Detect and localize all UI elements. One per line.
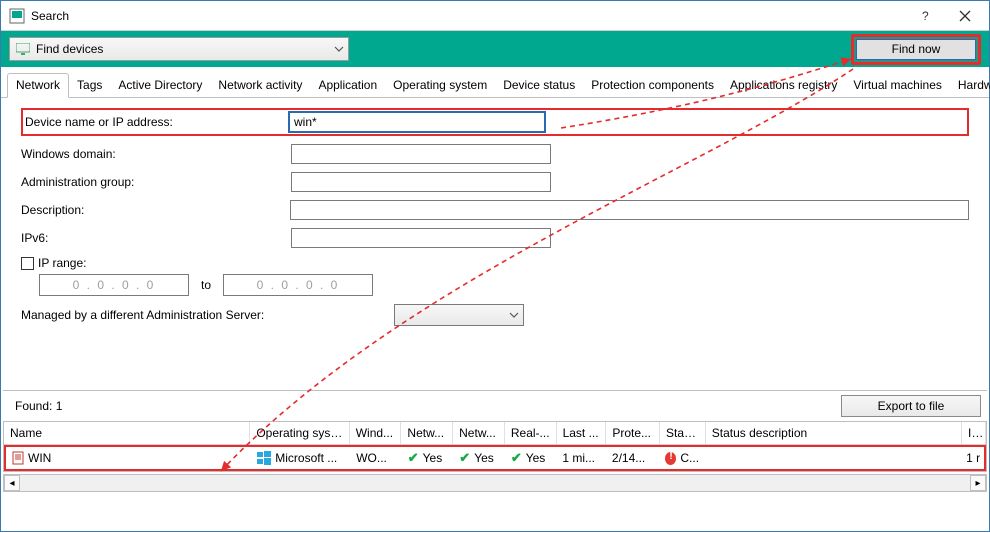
ip-range-label: IP range: xyxy=(38,256,86,270)
scroll-left[interactable]: ◂ xyxy=(4,475,20,491)
device-name-input[interactable] xyxy=(289,112,545,132)
tab-applications-registry[interactable]: Applications registry xyxy=(722,74,845,97)
check-icon: ✔ xyxy=(459,450,470,466)
tab-application[interactable]: Application xyxy=(310,74,385,97)
tab-operating-system[interactable]: Operating system xyxy=(385,74,495,97)
find-now-button[interactable]: Find now xyxy=(855,38,977,61)
cell-net2: Yes xyxy=(474,451,494,465)
horizontal-scrollbar[interactable]: ◂ ▸ xyxy=(3,474,987,492)
grid-header: Name Operating syst... Wind... Netw... N… xyxy=(4,422,986,445)
cell-real: Yes xyxy=(526,451,546,465)
cell-wind: WO... xyxy=(356,451,387,465)
found-count: Found: 1 xyxy=(15,399,62,413)
svg-text:?: ? xyxy=(922,10,929,22)
ip-to-input[interactable]: 0 . 0 . 0 . 0 xyxy=(223,274,373,296)
cell-inf: 1 r xyxy=(966,451,980,465)
col-netw1[interactable]: Netw... xyxy=(401,422,453,444)
device-name-label: Device name or IP address: xyxy=(23,115,289,129)
windows-icon xyxy=(257,451,271,465)
managed-select[interactable] xyxy=(394,304,524,326)
window-title: Search xyxy=(31,9,905,23)
toolbar: Find devices Find now xyxy=(1,31,989,67)
col-name[interactable]: Name xyxy=(4,422,250,444)
col-inf[interactable]: Inf xyxy=(962,422,986,444)
col-status[interactable]: Status xyxy=(660,422,706,444)
warning-icon xyxy=(665,452,676,465)
device-icon xyxy=(12,451,24,465)
help-icon: ? xyxy=(919,10,931,22)
close-button[interactable] xyxy=(945,2,985,30)
tab-hardware[interactable]: Hardware xyxy=(950,74,990,97)
tab-tags[interactable]: Tags xyxy=(69,74,110,97)
col-last[interactable]: Last ... xyxy=(557,422,607,444)
tab-network-activity[interactable]: Network activity xyxy=(210,74,310,97)
ip-range-checkbox[interactable] xyxy=(21,257,34,270)
windows-domain-label: Windows domain: xyxy=(21,147,291,161)
ipv6-label: IPv6: xyxy=(21,231,291,245)
cell-net1: Yes xyxy=(423,451,443,465)
cell-status: C... xyxy=(680,451,699,465)
table-row[interactable]: WIN Microsoft ... WO... ✔ Yes ✔ Yes ✔ Yes 1… xyxy=(4,445,986,471)
tab-device-status[interactable]: Device status xyxy=(495,74,583,97)
tab-virtual-machines[interactable]: Virtual machines xyxy=(845,74,950,97)
ipv6-input[interactable] xyxy=(291,228,551,248)
cell-name: WIN xyxy=(28,451,51,465)
close-icon xyxy=(959,10,971,22)
scroll-right[interactable]: ▸ xyxy=(970,475,986,491)
network-form: Device name or IP address: Windows domai… xyxy=(1,98,989,390)
cell-last: 1 mi... xyxy=(562,451,595,465)
results-grid: Name Operating syst... Wind... Netw... N… xyxy=(3,421,987,472)
find-now-highlight: Find now xyxy=(851,34,981,65)
col-prot[interactable]: Prote... xyxy=(606,422,660,444)
found-bar: Found: 1 Export to file xyxy=(1,391,989,421)
app-icon xyxy=(9,8,25,24)
tab-strip: Network Tags Active Directory Network ac… xyxy=(1,67,989,98)
tab-protection-components[interactable]: Protection components xyxy=(583,74,722,97)
col-status-desc[interactable]: Status description xyxy=(706,422,962,444)
ip-from-input[interactable]: 0 . 0 . 0 . 0 xyxy=(39,274,189,296)
export-button[interactable]: Export to file xyxy=(841,395,981,417)
chevron-down-icon xyxy=(334,46,344,52)
description-input[interactable] xyxy=(290,200,969,220)
admin-group-label: Administration group: xyxy=(21,175,291,189)
description-label: Description: xyxy=(21,203,290,217)
col-netw2[interactable]: Netw... xyxy=(453,422,505,444)
search-mode-label: Find devices xyxy=(36,42,103,56)
col-os[interactable]: Operating syst... xyxy=(250,422,349,444)
search-mode-combo[interactable]: Find devices xyxy=(9,37,349,61)
cell-prot: 2/14... xyxy=(612,451,645,465)
help-button[interactable]: ? xyxy=(905,2,945,30)
admin-group-input[interactable] xyxy=(291,172,551,192)
cell-os: Microsoft ... xyxy=(275,451,337,465)
check-icon: ✔ xyxy=(511,450,522,466)
search-window: Search ? Find devices Find now Network T… xyxy=(0,0,990,532)
tab-active-directory[interactable]: Active Directory xyxy=(110,74,210,97)
windows-domain-input[interactable] xyxy=(291,144,551,164)
monitor-icon xyxy=(16,43,30,55)
device-name-row: Device name or IP address: xyxy=(21,108,969,136)
titlebar: Search ? xyxy=(1,1,989,31)
col-real[interactable]: Real-... xyxy=(505,422,557,444)
check-icon: ✔ xyxy=(408,450,419,466)
col-wind[interactable]: Wind... xyxy=(350,422,402,444)
ip-to-label: to xyxy=(201,278,211,292)
managed-label: Managed by a different Administration Se… xyxy=(21,308,264,322)
chevron-down-icon xyxy=(509,312,519,318)
tab-network[interactable]: Network xyxy=(7,73,69,98)
